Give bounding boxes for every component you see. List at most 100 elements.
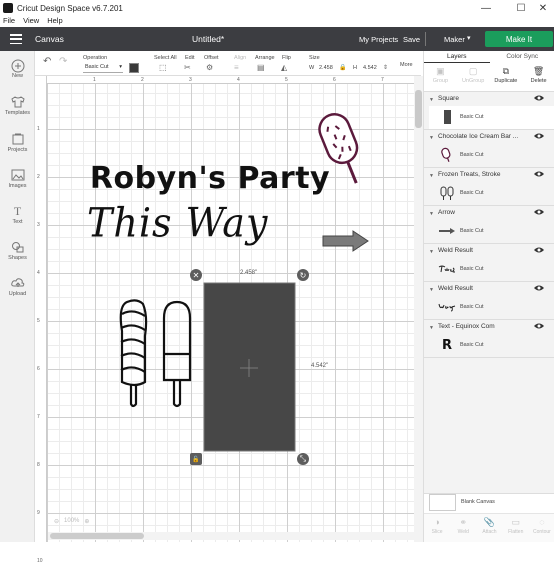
offset-icon[interactable]: ⚙ (206, 64, 216, 72)
weld-button[interactable]: ⚭Weld (450, 514, 476, 542)
tool-upload[interactable]: Upload (0, 277, 35, 297)
edit-icon[interactable]: ✂ (184, 64, 194, 72)
layer-item[interactable]: ▼ Chocolate Ice Cream Bar ... Basic Cut (424, 130, 554, 168)
window-title: Cricut Design Space v6.7.201 (17, 4, 123, 13)
select-all-icon[interactable]: ⬚ (159, 64, 169, 72)
flip-icon[interactable]: ◭ (281, 64, 291, 72)
eye-icon[interactable] (534, 94, 544, 102)
chevron-down-icon[interactable]: ▼ (429, 211, 434, 217)
operation-select[interactable]: Basic Cut ▾ (83, 62, 123, 73)
tool-projects[interactable]: Projects (0, 133, 35, 153)
ruler-tick-label: 6 (333, 77, 336, 83)
eye-icon[interactable] (534, 246, 544, 254)
delete-button[interactable]: 🗑Delete (522, 63, 554, 91)
layer-item[interactable]: ▼ Square Basic Cut (424, 92, 554, 130)
contour-button[interactable]: ◌Contour (529, 514, 554, 542)
layer-item[interactable]: ▼ Weld Result Basic Cut (424, 282, 554, 320)
slice-button[interactable]: ◑Slice (424, 514, 450, 542)
scroll-thumb[interactable] (415, 90, 422, 128)
chevron-down-icon[interactable]: ▼ (429, 325, 434, 331)
scroll-thumb[interactable] (50, 533, 144, 539)
tool-label: New (12, 73, 23, 79)
duplicate-button[interactable]: ⧉Duplicate (490, 63, 523, 91)
tool-templates[interactable]: Templates (0, 96, 35, 116)
menu-view[interactable]: View (23, 16, 39, 26)
layer-operation: Basic Cut (460, 342, 484, 348)
eye-icon[interactable] (534, 284, 544, 292)
ruler-tick-label: 5 (37, 318, 40, 324)
lock-icon[interactable]: 🔒 (339, 64, 349, 72)
frozen-treats-thumb (438, 184, 456, 202)
menu-help[interactable]: Help (47, 16, 62, 26)
zoom-in-icon[interactable]: ⊕ (84, 518, 89, 525)
make-it-button[interactable]: Make It (485, 31, 553, 47)
zoom-control: ⊖ 100% ⊕ (48, 515, 114, 527)
resize-handle-icon[interactable]: ⤡ (297, 453, 309, 465)
more-button[interactable]: More (400, 62, 413, 68)
operation-value: Basic Cut (85, 64, 109, 70)
undo-icon[interactable]: ↶ (43, 58, 53, 66)
select-all-label: Select All (154, 55, 177, 61)
width-value[interactable]: 2.458 (319, 65, 333, 71)
layer-item[interactable]: ▼ Weld Result Basic Cut (424, 244, 554, 282)
color-swatch[interactable] (129, 63, 139, 73)
flatten-button[interactable]: ▭Flatten (503, 514, 529, 542)
redo-icon[interactable]: ↷ (59, 58, 69, 66)
selected-square[interactable] (204, 283, 295, 451)
chevron-down-icon[interactable]: ▼ (429, 287, 434, 293)
shirt-icon (11, 96, 25, 108)
horizontal-scrollbar[interactable] (48, 532, 414, 540)
chevron-down-icon[interactable]: ▼ (429, 173, 434, 179)
ruler-top: 1234567 (47, 76, 415, 84)
text-r-thumb: R (438, 336, 456, 354)
lock-handle-icon[interactable]: 🔓 (190, 453, 202, 465)
chevron-down-icon[interactable]: ▼ (429, 135, 434, 141)
align-icon[interactable]: ≡ (234, 64, 244, 72)
menu-file[interactable]: File (3, 16, 15, 26)
layer-item[interactable]: ▼ Text - Equinox Com R Basic Cut (424, 320, 554, 358)
tool-images[interactable]: Images (0, 169, 35, 189)
save-button[interactable]: Save (403, 35, 420, 44)
script-text[interactable]: This Way (87, 200, 268, 246)
layer-name: Frozen Treats, Stroke (438, 171, 536, 178)
design-canvas[interactable]: Robyn's Party This Way 2.458" 4.542" ✕ ↻… (35, 76, 415, 542)
close-window-button[interactable]: ✕ (530, 0, 554, 16)
zoom-out-icon[interactable]: ⊖ (54, 518, 59, 525)
tab-color-sync[interactable]: Color Sync (490, 51, 554, 63)
chevron-down-icon[interactable]: ▼ (429, 97, 434, 103)
minimize-button[interactable]: — (473, 0, 499, 16)
layer-operation: Basic Cut (460, 152, 484, 158)
arrow-shape[interactable] (323, 231, 368, 251)
frozen-treats-stroke[interactable] (121, 300, 190, 406)
hamburger-menu-icon[interactable] (10, 34, 22, 44)
vertical-scrollbar[interactable] (414, 76, 423, 542)
flatten-icon: ▭ (503, 517, 529, 528)
tool-shapes[interactable]: Shapes (0, 241, 35, 261)
bottom-actions: ◑Slice ⚭Weld 📎Attach ▭Flatten ◌Contour (424, 513, 554, 542)
rotate-handle-icon[interactable]: ↻ (297, 269, 309, 281)
trash-icon: 🗑 (522, 66, 554, 77)
eye-icon[interactable] (534, 208, 544, 216)
chevron-down-icon[interactable]: ▾ (467, 34, 471, 42)
tool-text[interactable]: T Text (0, 205, 35, 225)
height-value[interactable]: 4.542 (363, 65, 377, 71)
stepper-icon[interactable]: ⇕ (383, 64, 393, 72)
attach-button[interactable]: 📎Attach (476, 514, 502, 542)
layer-item[interactable]: ▼ Arrow Basic Cut (424, 206, 554, 244)
eye-icon[interactable] (534, 132, 544, 140)
ungroup-button[interactable]: ▢UnGroup (457, 63, 490, 91)
headline-text[interactable]: Robyn's Party (35, 161, 415, 196)
my-projects-button[interactable]: My Projects (359, 35, 398, 44)
delete-handle-icon[interactable]: ✕ (190, 269, 202, 281)
script-thumb-way (438, 298, 456, 316)
tab-layers[interactable]: Layers (424, 51, 490, 63)
eye-icon[interactable] (534, 170, 544, 178)
arrange-icon[interactable]: ▤ (257, 64, 267, 72)
machine-select[interactable]: Maker (444, 35, 465, 44)
eye-icon[interactable] (534, 322, 544, 330)
tool-new[interactable]: New (0, 59, 35, 79)
canvas-swatch[interactable] (429, 494, 456, 511)
chevron-down-icon[interactable]: ▼ (429, 249, 434, 255)
group-button[interactable]: ▣Group (424, 63, 457, 91)
layer-item[interactable]: ▼ Frozen Treats, Stroke Basic Cut (424, 168, 554, 206)
